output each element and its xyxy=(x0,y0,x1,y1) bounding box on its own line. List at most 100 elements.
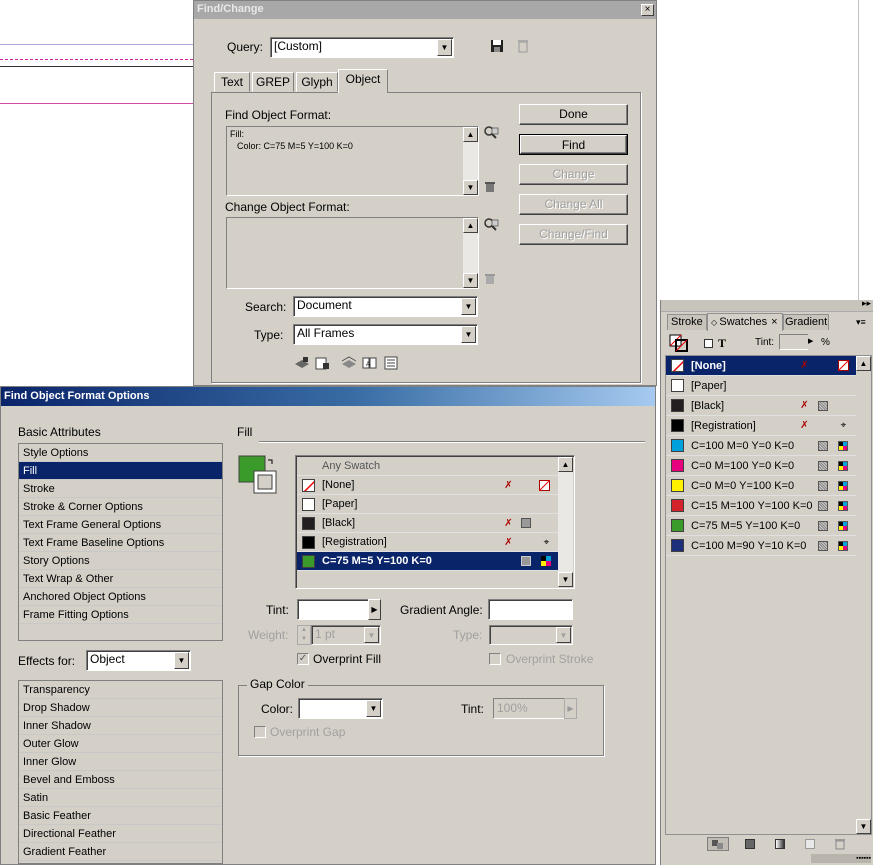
clear-find-format-icon[interactable] xyxy=(485,181,495,193)
effect-item[interactable]: Outer Glow xyxy=(19,735,222,753)
include-footnotes-icon[interactable] xyxy=(383,356,399,370)
swatch-row[interactable]: [None] ✗ xyxy=(666,356,856,376)
fill-swatch-row[interactable]: [Paper] xyxy=(297,495,558,514)
include-master-pages-icon[interactable]: A xyxy=(362,356,378,370)
overprint-stroke-checkbox[interactable] xyxy=(489,653,501,665)
fill-stroke-proxy-icon[interactable] xyxy=(669,334,689,352)
swatch-row[interactable]: [Paper] xyxy=(666,376,856,396)
effect-item[interactable]: Basic Feather xyxy=(19,807,222,825)
show-all-swatches-icon[interactable] xyxy=(707,837,729,851)
basic-attribute-item[interactable]: Stroke & Corner Options xyxy=(19,498,222,516)
fill-swatch-row[interactable]: Any Swatch xyxy=(297,457,558,476)
change-format-scrollbar[interactable]: ▲ ▼ xyxy=(463,218,478,288)
fill-swatch-row[interactable]: [Registration] ✗ ⌖ xyxy=(297,533,558,552)
change-button[interactable]: Change xyxy=(519,164,628,185)
swatch-scroll-down-icon[interactable]: ▼ xyxy=(856,819,871,834)
swatch-row[interactable]: C=0 M=0 Y=100 K=0 xyxy=(666,476,856,496)
basic-attribute-item[interactable]: Story Options xyxy=(19,552,222,570)
specify-change-format-icon[interactable] xyxy=(483,217,499,231)
swatch-row[interactable]: C=75 M=5 Y=100 K=0 xyxy=(666,516,856,536)
overprint-fill-checkbox[interactable]: ✓ xyxy=(297,653,309,665)
container-icon[interactable] xyxy=(704,339,713,348)
scroll-up-icon[interactable]: ▲ xyxy=(463,127,478,142)
fill-swatch-scrollbar[interactable]: ▲ ▼ xyxy=(558,457,573,587)
query-dropdown[interactable]: [Custom] ▼ xyxy=(270,37,454,58)
include-locked-layers-icon[interactable] xyxy=(294,356,310,370)
tab-object[interactable]: Object xyxy=(338,69,388,93)
basic-attribute-item[interactable]: Frame Fitting Options xyxy=(19,606,222,624)
tab-glyph[interactable]: Glyph xyxy=(296,72,338,92)
basic-attribute-item[interactable]: Text Frame Baseline Options xyxy=(19,534,222,552)
change-all-button[interactable]: Change All xyxy=(519,194,628,215)
delete-query-icon[interactable] xyxy=(516,39,530,53)
scroll-down-icon[interactable]: ▼ xyxy=(463,180,478,195)
text-icon[interactable]: T xyxy=(718,336,726,351)
gap-color-dropdown[interactable]: ▼ xyxy=(298,698,383,719)
include-locked-stories-icon[interactable] xyxy=(315,356,331,370)
done-button[interactable]: Done xyxy=(519,104,628,125)
effect-item[interactable]: Bevel and Emboss xyxy=(19,771,222,789)
tab-stroke[interactable]: Stroke xyxy=(667,314,707,330)
tab-grep[interactable]: GREP xyxy=(252,72,294,92)
include-hidden-layers-icon[interactable] xyxy=(341,356,357,370)
swatch-row[interactable]: C=0 M=100 Y=0 K=0 xyxy=(666,456,856,476)
swatch-row[interactable]: C=100 M=90 Y=10 K=0 xyxy=(666,536,856,556)
gap-tint-arrow-icon[interactable]: ▶ xyxy=(564,698,577,719)
panel-menu-icon[interactable]: ▾≡ xyxy=(856,317,866,328)
effect-item[interactable]: Transparency xyxy=(19,681,222,699)
change-format-box[interactable]: ▲ ▼ xyxy=(226,217,479,289)
swatch-scroll-up-icon[interactable]: ▲ xyxy=(856,356,871,371)
tint-slider-arrow-icon[interactable]: ▶ xyxy=(808,334,816,350)
basic-attribute-item[interactable]: Text Frame General Options xyxy=(19,516,222,534)
fill-swatch-row[interactable]: C=75 M=5 Y=100 K=0 xyxy=(297,552,558,571)
effects-for-dropdown[interactable]: Object ▼ xyxy=(86,650,191,671)
weight-dropdown[interactable]: 1 pt ▼ xyxy=(311,625,381,645)
delete-swatch-icon[interactable] xyxy=(835,838,845,850)
swatch-row[interactable]: C=15 M=100 Y=100 K=0 xyxy=(666,496,856,516)
type-dropdown[interactable]: All Frames ▼ xyxy=(293,324,478,345)
tab-swatches[interactable]: ◇ Swatches × xyxy=(707,313,783,331)
collapse-panel-icon[interactable]: ▸▸ xyxy=(862,298,871,309)
close-icon[interactable]: × xyxy=(641,4,654,16)
clear-change-format-icon[interactable] xyxy=(485,273,495,285)
basic-attribute-item[interactable]: Stroke xyxy=(19,480,222,498)
effect-item[interactable]: Inner Glow xyxy=(19,753,222,771)
find-format-box[interactable]: Fill: Color: C=75 M=5 Y=100 K=0 ▲ ▼ xyxy=(226,126,479,196)
fill-swatch-row[interactable]: [Black] ✗ xyxy=(297,514,558,533)
tab-text[interactable]: Text xyxy=(214,72,250,92)
fill-swatch-row[interactable]: [None] ✗ xyxy=(297,476,558,495)
swatch-row[interactable]: [Registration] ✗ ⌖ xyxy=(666,416,856,436)
effect-item[interactable]: Gradient Feather xyxy=(19,843,222,861)
save-query-icon[interactable] xyxy=(490,39,504,53)
gap-tint-field[interactable]: 100% xyxy=(493,698,565,719)
resize-grip-icon[interactable]: ▪▪▪▪▪▪ xyxy=(811,854,871,863)
find-button[interactable]: Find xyxy=(519,134,628,155)
basic-attribute-item[interactable]: Anchored Object Options xyxy=(19,588,222,606)
specify-find-format-icon[interactable] xyxy=(483,125,499,139)
weight-stepper-icon[interactable]: ▲ ▼ xyxy=(297,625,311,645)
show-color-swatches-icon[interactable] xyxy=(745,839,755,849)
stroke-type-dropdown[interactable]: ▼ xyxy=(489,625,573,645)
overprint-gap-checkbox[interactable] xyxy=(254,726,266,738)
basic-attribute-item[interactable]: Style Options xyxy=(19,444,222,462)
scroll-down-icon[interactable]: ▼ xyxy=(558,572,573,587)
effect-item[interactable]: Inner Shadow xyxy=(19,717,222,735)
basic-attribute-item[interactable]: Fill xyxy=(19,462,222,480)
tint-slider-arrow-icon[interactable]: ▶ xyxy=(368,599,381,620)
show-gradient-swatches-icon[interactable] xyxy=(775,839,785,849)
scroll-up-icon[interactable]: ▲ xyxy=(463,218,478,233)
tint-field[interactable] xyxy=(297,599,369,620)
scroll-up-icon[interactable]: ▲ xyxy=(558,457,573,472)
search-dropdown[interactable]: Document ▼ xyxy=(293,296,478,317)
close-tab-icon[interactable]: × xyxy=(771,316,777,328)
tab-gradient[interactable]: Gradient xyxy=(783,314,829,330)
find-format-scrollbar[interactable]: ▲ ▼ xyxy=(463,127,478,195)
new-swatch-icon[interactable] xyxy=(805,839,815,849)
effect-item[interactable]: Drop Shadow xyxy=(19,699,222,717)
scroll-down-icon[interactable]: ▼ xyxy=(463,273,478,288)
change-find-button[interactable]: Change/Find xyxy=(519,224,628,245)
basic-attribute-item[interactable]: Text Wrap & Other xyxy=(19,570,222,588)
tint-field[interactable] xyxy=(779,334,809,350)
effect-item[interactable]: Directional Feather xyxy=(19,825,222,843)
swatch-row[interactable]: [Black] ✗ xyxy=(666,396,856,416)
